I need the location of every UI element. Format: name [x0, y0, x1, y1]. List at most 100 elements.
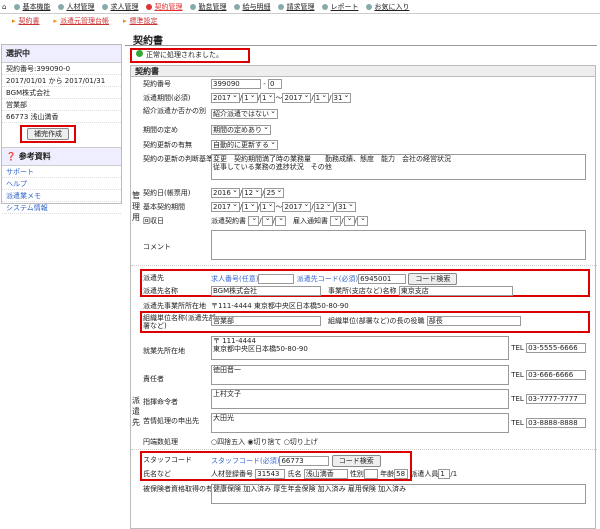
responsible-textarea[interactable]: 徳田晋一 — [211, 365, 509, 385]
success-message: 正常に処理されました。 — [130, 48, 250, 63]
work-place-textarea[interactable]: 〒 111-4444 東京都中央区日本橋50-80-90 — [211, 336, 509, 360]
intro-select[interactable]: 紹介派遣ではない — [211, 107, 278, 119]
tel-label: TEL — [511, 371, 524, 379]
org-input[interactable]: 営業部 — [211, 316, 321, 326]
sidebar-link[interactable]: 派遣業メモ — [2, 190, 121, 202]
base-year-end[interactable]: 2017 — [282, 200, 312, 212]
tel-input[interactable]: 03-8888-8888 — [526, 418, 587, 428]
collect2-d[interactable] — [356, 214, 368, 226]
comment-label: コメント — [143, 243, 171, 251]
nav-report[interactable]: レポート — [322, 2, 358, 12]
nav-payslip[interactable]: 給与明細 — [234, 2, 270, 12]
help-circle-icon: ❓ — [6, 152, 16, 161]
collect1-m[interactable] — [261, 214, 273, 226]
staff-search-button[interactable]: コード検索 — [331, 455, 381, 467]
dest-name-input[interactable]: BGM株式会社 — [211, 286, 321, 296]
name-input[interactable]: 浅山満香 — [303, 469, 348, 479]
gender-input[interactable] — [363, 469, 378, 479]
sidebar-link[interactable]: ヘルプ — [2, 178, 121, 190]
staff-code-link[interactable]: スタッフコード(必須) — [211, 457, 279, 465]
contract-sub-input[interactable]: 0 — [267, 79, 282, 89]
nav-icon — [102, 3, 109, 10]
page-title: 契約書 — [125, 30, 597, 47]
group-label-dest: 派遣先 — [132, 396, 140, 427]
tel-input[interactable]: 03-5555-6666 — [526, 343, 587, 353]
work-place-label: 就業先所在地 — [143, 347, 185, 355]
base-year[interactable]: 2017 — [211, 200, 240, 212]
license-label: 人材登録番号 — [211, 470, 253, 478]
period-year-end[interactable]: 2017 — [282, 91, 312, 103]
office-label: 事業所(支店など)名称 — [328, 287, 397, 295]
org-head-input[interactable]: 部長 — [426, 316, 521, 326]
home-icon[interactable]: ⌂ — [2, 3, 6, 11]
collect2-y[interactable] — [330, 214, 342, 226]
period-label: 派遣期間(必須) — [143, 94, 221, 102]
period-month-end[interactable]: 1 — [313, 91, 330, 103]
nav-icon — [278, 3, 285, 10]
collect1-d[interactable] — [274, 214, 286, 226]
nav-job[interactable]: 求人管理 — [102, 2, 138, 12]
date-year[interactable]: 2016 — [211, 186, 240, 198]
dest-code-input[interactable]: 6945001 — [358, 274, 407, 284]
staff-code-input[interactable]: 66773 — [279, 456, 330, 466]
sidebar-link[interactable]: システム情報 — [2, 202, 121, 214]
org-head-label: 組織単位(部署など)の長の役職 — [328, 317, 425, 325]
term-select[interactable]: 期間の定めあり — [211, 123, 271, 135]
criteria-textarea[interactable]: 変更 契約期間満了時の業務量 勤務成績、態度 能力 会社の経営状況 従事している… — [211, 154, 586, 180]
code-search-button[interactable]: コード検索 — [408, 273, 458, 285]
job-no-link[interactable]: 求人番号(任意) — [211, 275, 258, 283]
reference-label: 参考資料 — [18, 152, 51, 161]
nav-attendance[interactable]: 勤怠管理 — [190, 2, 226, 12]
check-icon — [136, 50, 143, 57]
nav-basic[interactable]: 基本機能 — [14, 2, 50, 12]
intro-label: 紹介派遣か否かの別 — [143, 107, 206, 115]
age-input[interactable]: 58 — [394, 469, 409, 479]
subnav-settings[interactable]: 標準設定 — [123, 16, 158, 28]
renew-label: 契約更新の有無 — [143, 141, 192, 149]
tel-label: TEL — [511, 344, 524, 352]
subnav-contract[interactable]: 契約書 — [12, 16, 40, 28]
comment-textarea[interactable] — [211, 230, 586, 260]
tel-input[interactable]: 03-666-6666 — [526, 370, 587, 380]
base-month[interactable]: 1 — [242, 200, 258, 212]
base-day-end[interactable]: 31 — [335, 200, 356, 212]
complaint-textarea[interactable]: 大田光 — [211, 413, 509, 433]
dest-code-link[interactable]: 派遣先コード(必須) — [297, 275, 358, 283]
supplement-button[interactable]: 補完作成 — [27, 128, 69, 140]
nav-billing[interactable]: 請求管理 — [278, 2, 314, 12]
office-input[interactable]: 東京支店 — [398, 286, 513, 296]
base-day[interactable]: 1 — [260, 200, 276, 212]
date-day[interactable]: 25 — [264, 186, 285, 198]
collect-label: 回収日 — [143, 217, 164, 225]
period-day-end[interactable]: 31 — [331, 91, 352, 103]
period-month[interactable]: 1 — [242, 91, 258, 103]
sub-nav: 契約書 派遣元管理台帳 標準設定 — [0, 16, 158, 28]
period-label-text: 派遣期間(必須) — [143, 94, 191, 102]
tel-input[interactable]: 03-7777-7777 — [526, 394, 587, 404]
period-day[interactable]: 1 — [260, 91, 276, 103]
nav-favorites[interactable]: お気に入り — [366, 2, 409, 12]
insurance-textarea[interactable]: 健康保険 加入済み 厚生年金保険 加入済み 雇用保険 加入済み — [211, 484, 586, 504]
job-no-input[interactable] — [258, 274, 295, 284]
sidebar-link[interactable]: サポート — [2, 166, 121, 178]
subnav-ledger[interactable]: 派遣元管理台帳 — [54, 16, 109, 28]
contract-form: 契約書 管理用 派遣先 契約番号 399090 - 0 派遣期間(必須) 201… — [130, 65, 597, 529]
collect1-y[interactable] — [248, 214, 260, 226]
collect2-m[interactable] — [343, 214, 355, 226]
term-label: 期間の定め — [143, 126, 178, 134]
renew-select[interactable]: 自動的に更新する — [211, 138, 278, 150]
reference-title: ❓ 参考資料 — [2, 147, 121, 166]
nav-icon — [14, 3, 21, 10]
contract-no-input[interactable]: 399090 — [211, 79, 261, 89]
headcount-input[interactable]: 1 — [438, 469, 451, 479]
nav-staff[interactable]: 人材管理 — [58, 2, 94, 12]
nav-contract[interactable]: 契約管理 — [146, 2, 182, 12]
gender-label: 性別 — [349, 470, 364, 478]
round-option-1: 四捨五入 — [217, 438, 246, 446]
period-year[interactable]: 2017 — [211, 91, 240, 103]
license-input[interactable]: 31543 — [255, 469, 286, 479]
base-month-end[interactable]: 12 — [313, 200, 334, 212]
date-month[interactable]: 12 — [242, 186, 263, 198]
commander-textarea[interactable]: 上村文子 — [211, 389, 509, 409]
complaint-label: 苦情処理の申出先 — [143, 417, 199, 425]
